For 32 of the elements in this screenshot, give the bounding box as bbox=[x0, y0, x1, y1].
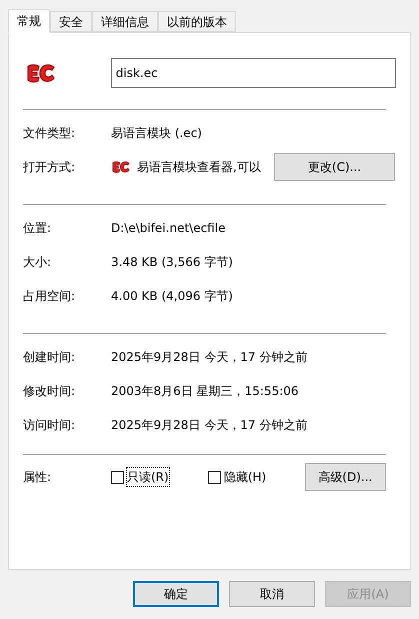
field-label: 访问时间: bbox=[23, 417, 76, 434]
field-value: 2025年9月28日 今天，17 分钟之前 bbox=[111, 349, 308, 366]
field-value: 4.00 KB (4,096 字节) bbox=[111, 288, 233, 305]
field-value: 易语言模块查看器,可以 bbox=[137, 159, 261, 176]
checkbox-label[interactable]: 隐藏(H) bbox=[222, 467, 268, 487]
field-value: 2003年8月6日 星期三，15:55:06 bbox=[111, 383, 299, 400]
field-value: 3.48 KB (3,566 字节) bbox=[111, 254, 233, 271]
field-value: D:\e\bifei.net\ecfile bbox=[111, 220, 226, 237]
file-name-field[interactable]: disk.ec bbox=[110, 58, 396, 88]
field-label: 打开方式: bbox=[23, 159, 76, 176]
file-type-icon bbox=[111, 160, 131, 174]
dialog-button[interactable]: 高级(D)... bbox=[304, 463, 386, 491]
field-value: 2025年9月28日 今天，17 分钟之前 bbox=[111, 417, 308, 434]
field-label: 属性: bbox=[23, 469, 52, 486]
field-label: 占用空间: bbox=[23, 288, 76, 305]
field-value: 易语言模块 (.ec) bbox=[111, 125, 202, 142]
field-label: 创建时间: bbox=[23, 349, 76, 366]
checkbox[interactable] bbox=[111, 470, 124, 484]
field-label: 文件类型: bbox=[23, 125, 76, 142]
tab[interactable]: 详细信息 bbox=[92, 11, 158, 32]
field-label: 大小: bbox=[23, 254, 52, 271]
dialog-button[interactable]: 更改(C)... bbox=[274, 153, 395, 181]
tab[interactable]: 安全 bbox=[50, 11, 92, 32]
field-label: 修改时间: bbox=[23, 383, 76, 400]
field-label: 位置: bbox=[23, 220, 52, 237]
file-type-icon bbox=[25, 62, 57, 84]
checkbox[interactable] bbox=[208, 470, 221, 484]
dialog-button[interactable]: 取消 bbox=[229, 581, 315, 607]
checkbox-label[interactable]: 只读(R) bbox=[126, 467, 170, 487]
tab[interactable]: 常规 bbox=[8, 9, 50, 33]
tab[interactable]: 以前的版本 bbox=[158, 11, 236, 32]
dialog-button[interactable]: 确定 bbox=[133, 581, 219, 607]
